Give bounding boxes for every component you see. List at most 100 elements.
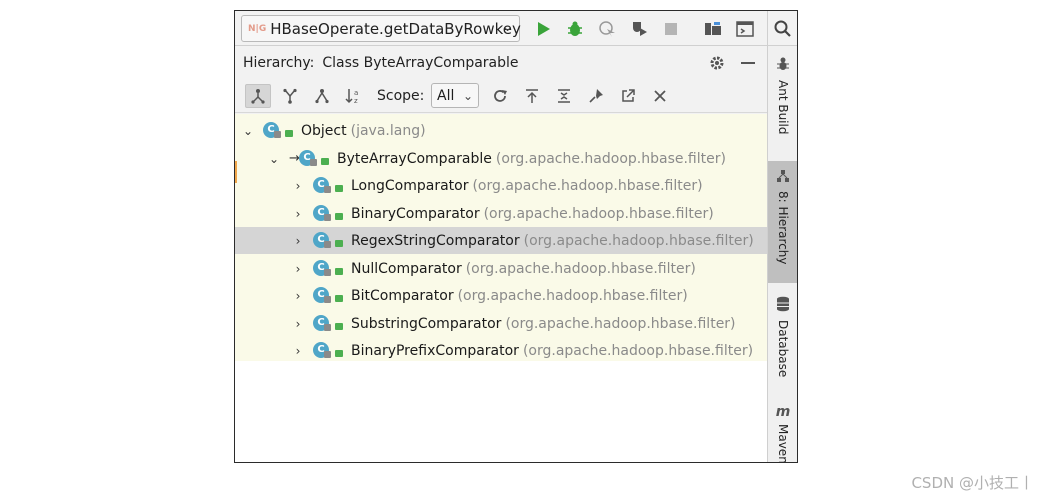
open-in-new-icon[interactable] [615, 84, 641, 108]
hierarchy-tree: ⌄ C Object (java.lang) ⌄ → C ByteArrayCo… [235, 114, 767, 462]
chevron-right-icon[interactable]: › [291, 207, 305, 221]
scope-select[interactable]: All ⌄ [431, 83, 479, 108]
side-tab-maven[interactable]: m Maven [768, 404, 797, 463]
run-icon[interactable] [531, 17, 555, 41]
public-icon [335, 263, 345, 275]
svg-text:a: a [354, 89, 358, 97]
supertypes-hierarchy-icon[interactable] [277, 84, 303, 108]
chevron-right-icon[interactable]: › [291, 317, 305, 331]
tree-node[interactable]: › C NullComparator (org.apache.hadoop.hb… [235, 255, 767, 282]
side-tab-label: 8: Hierarchy [776, 191, 790, 265]
public-icon [335, 290, 345, 302]
search-icon[interactable] [771, 17, 795, 41]
run-config-select[interactable]: N|G HBaseOperate.getDataByRowkey ⌄ [241, 15, 521, 42]
tree-node[interactable]: ⌄ C Object (java.lang) [235, 117, 767, 144]
class-name: LongComparator [351, 177, 469, 194]
tree-node[interactable]: › C BinaryComparator (org.apache.hadoop.… [235, 200, 767, 227]
class-name: RegexStringComparator [351, 232, 520, 249]
chevron-right-icon[interactable]: › [291, 289, 305, 303]
chevron-right-icon[interactable]: › [291, 234, 305, 248]
chevron-down-icon[interactable]: ⌄ [241, 124, 255, 138]
class-name: SubstringComparator [351, 315, 502, 332]
sort-alphabetically-icon[interactable]: az [341, 84, 367, 108]
terminal-icon[interactable] [733, 17, 757, 41]
package-name: (org.apache.hadoop.hbase.filter) [505, 315, 736, 332]
run-config-name: HBaseOperate.getDataByRowkey [270, 19, 521, 38]
class-name: BitComparator [351, 287, 454, 304]
package-name: (org.apache.hadoop.hbase.filter) [522, 342, 754, 359]
pin-icon[interactable] [583, 84, 609, 108]
hierarchy-header: Hierarchy: Class ByteArrayComparable [235, 47, 767, 79]
class-icon: C [313, 286, 333, 305]
tree-node[interactable]: › C LongComparator (org.apache.hadoop.hb… [235, 172, 767, 199]
project-structure-icon[interactable] [701, 17, 725, 41]
side-tab-database[interactable]: Database [768, 296, 797, 386]
package-name: (org.apache.hadoop.hbase.filter) [483, 205, 714, 222]
side-tab-hierarchy[interactable]: 8: Hierarchy [768, 161, 797, 283]
panel-subtitle: Class ByteArrayComparable [322, 55, 519, 71]
chevron-down-icon: ⌄ [462, 89, 473, 103]
side-tab-label: Database [776, 320, 790, 378]
package-name: (org.apache.hadoop.hbase.filter) [465, 260, 696, 277]
gear-icon[interactable] [709, 55, 725, 75]
public-icon [335, 235, 345, 247]
class-name: ByteArrayComparable [337, 150, 492, 167]
class-icon: C [313, 204, 333, 223]
class-icon: C [263, 121, 283, 140]
export-icon[interactable] [519, 84, 545, 108]
subtypes-hierarchy-icon[interactable] [309, 84, 335, 108]
refresh-icon[interactable] [487, 84, 513, 108]
class-name: BinaryPrefixComparator [351, 342, 519, 359]
editor-gutter-mark [235, 161, 237, 183]
ant-icon [775, 56, 791, 76]
package-name: (org.apache.hadoop.hbase.filter) [495, 150, 726, 167]
profile-icon[interactable] [627, 17, 651, 41]
minimize-icon[interactable] [741, 62, 755, 64]
package-name: (org.apache.hadoop.hbase.filter) [457, 287, 688, 304]
side-tab-label: Maven [776, 424, 790, 463]
side-tab-label: Ant Build [776, 80, 790, 135]
chevron-right-icon[interactable]: › [291, 344, 305, 358]
coverage-icon[interactable] [595, 17, 619, 41]
class-icon: C [313, 341, 333, 360]
chevron-right-icon[interactable]: › [291, 179, 305, 193]
right-tool-stripe: Ant Build 8: Hierarchy Database m Maven [767, 46, 797, 463]
class-name: NullComparator [351, 260, 462, 277]
maven-icon: m [775, 404, 791, 420]
svg-text:z: z [354, 97, 358, 105]
tree-node[interactable]: › C BitComparator (org.apache.hadoop.hba… [235, 282, 767, 309]
public-icon [321, 153, 331, 165]
public-icon [335, 208, 345, 220]
tree-node[interactable]: › C SubstringComparator (org.apache.hado… [235, 310, 767, 337]
public-icon [335, 180, 345, 192]
class-icon: C [313, 176, 333, 195]
collapse-all-icon[interactable] [551, 84, 577, 108]
class-name: BinaryComparator [351, 205, 480, 222]
tree-node-selected[interactable]: › C RegexStringComparator (org.apache.ha… [235, 227, 767, 254]
public-icon [335, 345, 345, 357]
package-name: (org.apache.hadoop.hbase.filter) [523, 232, 754, 249]
public-icon [335, 318, 345, 330]
panel-title: Hierarchy: [243, 55, 315, 71]
scope-value: All [437, 87, 455, 104]
class-icon: C [299, 149, 319, 168]
close-icon[interactable] [647, 84, 673, 108]
type-hierarchy-icon[interactable] [245, 84, 271, 108]
tree-node[interactable]: › C BinaryPrefixComparator (org.apache.h… [235, 337, 767, 364]
side-tab-ant-build[interactable]: Ant Build [768, 56, 797, 151]
chevron-down-icon: ⌄ [502, 20, 513, 35]
chevron-right-icon[interactable]: › [291, 262, 305, 276]
class-name: Object [301, 122, 347, 139]
tree-node[interactable]: ⌄ → C ByteArrayComparable (org.apache.ha… [235, 145, 767, 172]
spring-config-icon: N|G [248, 23, 267, 34]
chevron-down-icon[interactable]: ⌄ [267, 152, 281, 166]
class-icon: C [313, 314, 333, 333]
hierarchy-icon [776, 169, 790, 187]
watermark: CSDN @小技工丨 [911, 474, 1034, 492]
database-icon [776, 296, 790, 316]
scope-label: Scope: [377, 88, 425, 104]
stop-icon[interactable] [659, 17, 683, 41]
main-toolbar: N|G HBaseOperate.getDataByRowkey ⌄ [235, 11, 767, 46]
debug-icon[interactable] [563, 17, 587, 41]
search-area [767, 11, 797, 46]
